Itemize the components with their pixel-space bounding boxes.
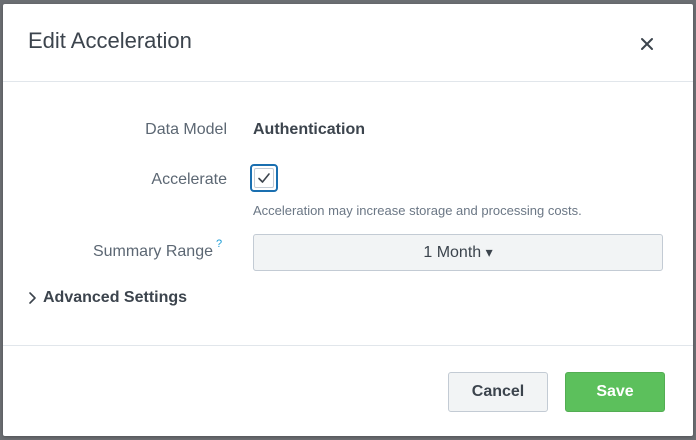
accelerate-help-text: Acceleration may increase storage and pr… xyxy=(253,203,582,218)
chevron-right-icon xyxy=(27,291,37,310)
dialog-body: Data Model Authentication Accelerate Acc… xyxy=(3,82,693,344)
summary-range-help-icon[interactable]: ? xyxy=(216,238,222,250)
summary-range-selected: 1 Month ▾ xyxy=(254,244,662,262)
edit-acceleration-dialog: Edit Acceleration Data Model Authenticat… xyxy=(3,4,693,436)
advanced-settings-label: Advanced Settings xyxy=(43,289,188,306)
summary-range-value: 1 Month xyxy=(423,244,482,261)
check-icon xyxy=(258,173,270,183)
save-button[interactable]: Save xyxy=(565,372,665,412)
dialog-title: Edit Acceleration xyxy=(28,28,192,53)
data-model-value: Authentication xyxy=(253,121,365,138)
summary-range-label: Summary Range xyxy=(92,243,213,260)
data-model-label: Data Model xyxy=(145,121,227,138)
caret-down-icon: ▾ xyxy=(485,244,493,260)
dialog-header: Edit Acceleration xyxy=(3,4,693,82)
close-icon[interactable] xyxy=(635,32,659,56)
checkbox-box xyxy=(254,168,274,188)
summary-range-dropdown[interactable]: 1 Month ▾ xyxy=(253,234,663,271)
accelerate-checkbox[interactable] xyxy=(250,164,278,192)
accelerate-label: Accelerate xyxy=(151,171,227,188)
cancel-button[interactable]: Cancel xyxy=(448,372,548,412)
dialog-footer: Cancel Save xyxy=(3,345,693,437)
